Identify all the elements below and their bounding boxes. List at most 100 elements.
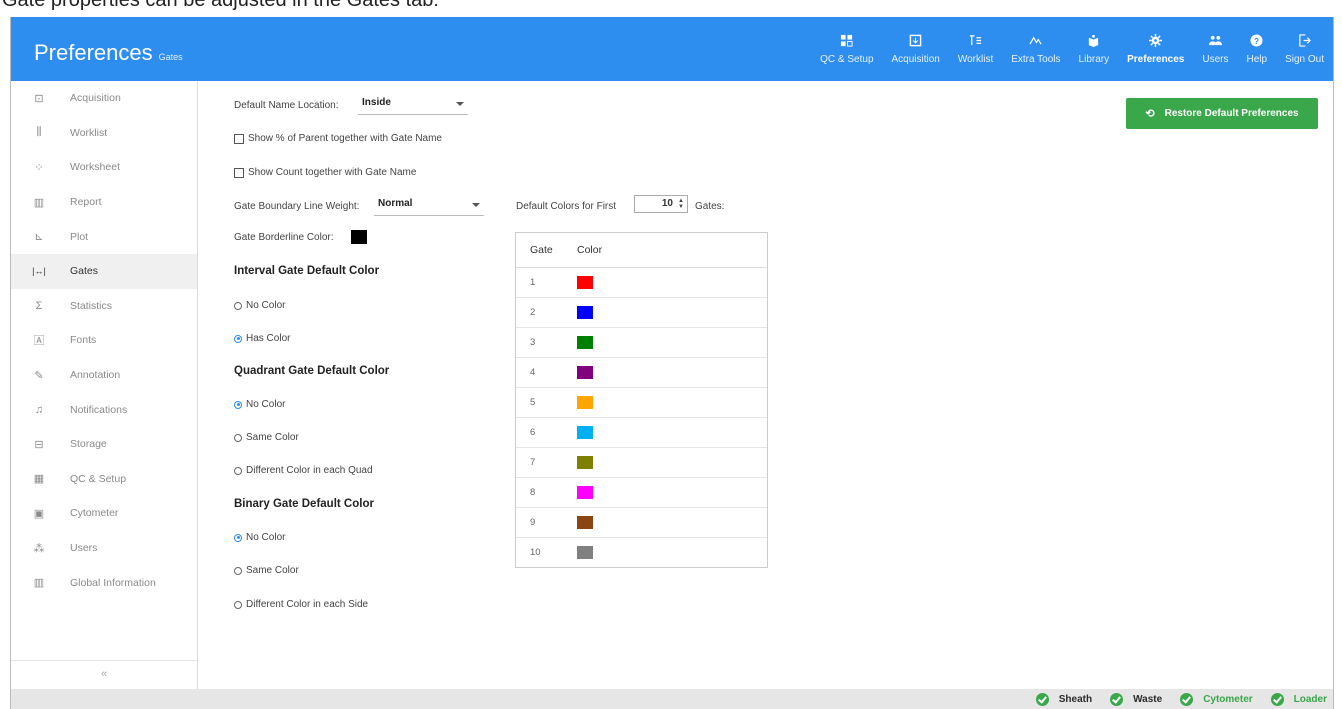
sidebar-item-gates[interactable]: |↔| Gates [11, 253, 197, 289]
show-percent-label: Show % of Parent together with Gate Name [248, 133, 442, 144]
table-row: 1 [516, 268, 767, 298]
sidebar-item-acquisition[interactable]: ⊡ Acquisition [11, 81, 197, 116]
gate-color-swatch[interactable] [577, 366, 593, 379]
gate-color-table: Gate Color 1 2 3 4 5 6 7 8 9 10 [515, 232, 768, 568]
sidebar-item-label: Acquisition [70, 92, 121, 105]
binary-option-same-color[interactable]: Same Color [234, 565, 299, 576]
default-name-location-select[interactable]: Inside [358, 94, 468, 115]
sidebar-item-fonts[interactable]: 🄰 Fonts [11, 323, 197, 358]
sidebar-item-notifications[interactable]: ♫ Notifications [11, 392, 197, 427]
gate-color-swatch[interactable] [577, 426, 593, 439]
quadrant-gate-heading: Quadrant Gate Default Color [234, 365, 390, 377]
nav-help[interactable]: ? Help [1238, 17, 1277, 81]
page-caption: Gate properties can be adjusted in the G… [2, 0, 439, 11]
nav-label: Acquisition [891, 53, 940, 65]
sidebar-item-statistics[interactable]: Σ Statistics [11, 289, 197, 324]
radio-button[interactable] [234, 600, 242, 609]
gates-settings-panel: Default Name Location: Inside Show % of … [198, 81, 1333, 689]
quadrant-option-same-color[interactable]: Same Color [234, 432, 299, 443]
radio-button[interactable] [234, 334, 242, 343]
sidebar-item-annotation[interactable]: ✎ Annotation [11, 358, 197, 393]
cytometer-icon: ▣ [33, 507, 45, 520]
sidebar-item-users[interactable]: ⁂ Users [11, 531, 197, 566]
nav-label: Library [1078, 53, 1110, 65]
stepper-arrows-icon[interactable]: ▲ ▼ [678, 198, 684, 210]
interval-option-has-color[interactable]: Has Color [234, 333, 290, 344]
default-name-location-value: Inside [362, 97, 391, 108]
sign-out-icon [1298, 33, 1311, 54]
sidebar-item-label: Users [70, 542, 98, 555]
top-nav: QC & Setup Acquisition Worklist Extra Tools… [811, 17, 1333, 81]
line-weight-label: Gate Boundary Line Weight: [234, 201, 360, 212]
qc-setup-icon [840, 34, 853, 54]
storage-icon: ⊟ [34, 438, 44, 451]
gate-color-swatch[interactable] [577, 306, 593, 319]
radio-button[interactable] [234, 466, 242, 475]
radio-button[interactable] [234, 533, 242, 542]
sidebar-item-cytometer[interactable]: ▣ Cytometer [11, 496, 197, 531]
interval-option-no-color[interactable]: No Color [234, 300, 285, 311]
restore-default-preferences-button[interactable]: ⟲ Restore Default Preferences [1126, 98, 1318, 129]
worksheet-icon: ⁘ [34, 161, 44, 174]
sidebar-item-report[interactable]: ▥ Report [11, 185, 197, 220]
nav-sign-out[interactable]: Sign Out [1276, 17, 1333, 81]
default-colors-count-value: 10 [661, 198, 673, 209]
gate-color-swatch[interactable] [577, 456, 593, 469]
sidebar-item-label: Fonts [70, 334, 97, 347]
show-percent-checkbox[interactable] [234, 133, 244, 144]
radio-label: Same Color [246, 565, 299, 576]
binary-option-no-color[interactable]: No Color [234, 532, 285, 543]
sidebar-item-worklist[interactable]: ⫼ Worklist [11, 116, 197, 151]
restore-default-preferences-label: Restore Default Preferences [1164, 108, 1299, 119]
collapse-sidebar-button[interactable]: « [11, 660, 197, 689]
gate-color-swatch[interactable] [577, 276, 593, 289]
gate-number: 8 [530, 487, 536, 498]
gate-color-swatch[interactable] [577, 546, 593, 559]
gate-number: 9 [530, 517, 536, 528]
nav-library[interactable]: Library [1070, 17, 1119, 81]
gate-color-swatch[interactable] [577, 516, 593, 529]
binary-option-different-color-in-each-side[interactable]: Different Color in each Side [234, 599, 368, 610]
gate-color-swatch[interactable] [577, 336, 593, 349]
nav-qc-setup[interactable]: QC & Setup [811, 17, 882, 81]
svg-text:?: ? [1254, 35, 1259, 45]
radio-button[interactable] [234, 400, 242, 409]
sidebar-item-worksheet[interactable]: ⁘ Worksheet [11, 150, 197, 185]
radio-button[interactable] [234, 566, 242, 575]
qc-setup-icon: ▦ [33, 473, 45, 486]
gate-number: 3 [530, 337, 536, 348]
default-colors-count-stepper[interactable]: 10 ▲ ▼ [634, 195, 688, 213]
library-icon [1087, 34, 1100, 54]
sidebar-item-global-information[interactable]: ▥ Global Information [11, 565, 197, 600]
gate-color-swatch[interactable] [577, 396, 593, 409]
nav-worklist[interactable]: Worklist [949, 17, 1002, 81]
plot-icon: ⊾ [34, 231, 44, 244]
radio-label: Different Color in each Side [246, 599, 369, 610]
nav-acquisition[interactable]: Acquisition [883, 17, 949, 81]
sidebar-item-label: Notifications [70, 403, 128, 416]
show-percent-checkbox-row[interactable]: Show % of Parent together with Gate Name [234, 133, 442, 144]
sidebar-item-qc-setup[interactable]: ▦ QC & Setup [11, 462, 197, 497]
border-color-swatch[interactable] [351, 230, 367, 244]
radio-button[interactable] [234, 433, 242, 442]
line-weight-select[interactable]: Normal [374, 195, 484, 216]
show-count-checkbox-row[interactable]: Show Count together with Gate Name [234, 167, 416, 178]
gate-column-header: Gate [530, 244, 553, 256]
gate-color-swatch[interactable] [577, 486, 593, 499]
nav-preferences[interactable]: Preferences [1118, 17, 1193, 81]
radio-label: Has Color [246, 333, 291, 344]
sidebar-item-plot[interactable]: ⊾ Plot [11, 219, 197, 254]
nav-users[interactable]: Users [1193, 17, 1237, 81]
sidebar-item-label: Worksheet [70, 161, 120, 174]
sidebar-item-storage[interactable]: ⊟ Storage [11, 427, 197, 462]
nav-extra-tools[interactable]: Extra Tools [1002, 17, 1069, 81]
quadrant-option-no-color[interactable]: No Color [234, 399, 285, 410]
quadrant-option-different-color-in-each-quad[interactable]: Different Color in each Quad [234, 465, 373, 476]
show-count-checkbox[interactable] [234, 167, 244, 178]
sidebar-item-label: Statistics [70, 299, 113, 312]
status-indicators: Sheath Waste Cytometer Loader [1035, 689, 1333, 709]
table-header: Gate Color [516, 233, 767, 268]
worklist-icon [969, 34, 982, 54]
radio-label: Different Color in each Quad [246, 465, 373, 476]
radio-button[interactable] [234, 301, 242, 310]
